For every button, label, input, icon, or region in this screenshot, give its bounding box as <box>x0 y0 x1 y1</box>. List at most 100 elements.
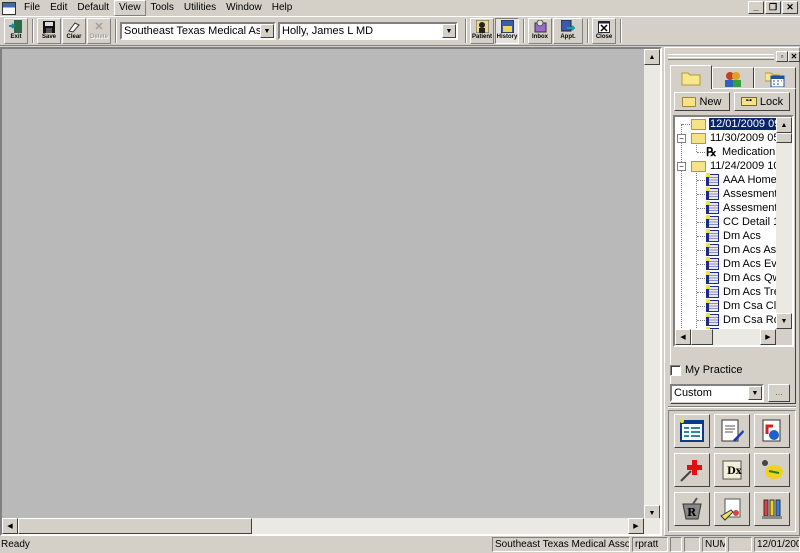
tab-calendar[interactable] <box>754 67 796 89</box>
scroll-right-button[interactable]: ▶ <box>760 329 776 345</box>
tree-connector <box>697 292 705 293</box>
collapse-toggle[interactable]: − <box>677 162 686 171</box>
new-button[interactable]: New <box>674 92 730 111</box>
form-list-button[interactable] <box>674 414 710 448</box>
scroll-down-button[interactable]: ▼ <box>776 313 792 329</box>
scroll-up-button[interactable]: ▲ <box>644 49 660 65</box>
horizontal-scroll-thumb[interactable] <box>18 518 252 534</box>
tree-hscroll-thumb[interactable] <box>691 329 713 345</box>
collapse-toggle[interactable]: − <box>677 134 686 143</box>
toolbar-separator <box>465 19 467 43</box>
workspace-horizontal-scrollbar[interactable]: ◀ ▶ <box>2 518 660 534</box>
tree-scroll-thumb[interactable] <box>776 133 792 143</box>
tree-connector <box>682 124 690 125</box>
provider-combo[interactable]: Holly, James L MD ▼ <box>278 22 458 40</box>
toolbar-separator <box>523 19 525 43</box>
inbox-button[interactable]: Inbox <box>528 18 552 44</box>
allergy-icon <box>762 460 783 479</box>
scroll-track[interactable] <box>644 65 660 505</box>
order-entry-button[interactable] <box>714 492 750 526</box>
pane-tabs <box>670 65 796 89</box>
tree-node[interactable]: Dm Acs Treat <box>706 285 780 299</box>
tree-node[interactable]: Dm Csa Clas <box>706 299 780 313</box>
menu-view[interactable]: View <box>114 0 146 16</box>
appointment-button[interactable]: Appt. <box>553 18 583 44</box>
tree-node[interactable]: Dm Csa Ros <box>706 313 780 327</box>
practice-combo[interactable]: Southeast Texas Medical Associ ▼ <box>120 22 276 40</box>
tree-node[interactable]: AAA Home <box>706 173 778 187</box>
chevron-down-icon[interactable]: ▼ <box>442 24 456 38</box>
minimize-button[interactable]: _ <box>748 1 764 14</box>
tree-node-label: 12/01/2009 09:37 <box>708 117 780 131</box>
my-practice-checkbox[interactable] <box>670 364 681 376</box>
workspace-vertical-scrollbar[interactable]: ▲ ▼ <box>644 49 660 521</box>
scroll-corner <box>776 329 792 345</box>
filter-options-button[interactable]: ... <box>768 384 790 402</box>
menu-edit[interactable]: Edit <box>45 1 72 15</box>
menu-default[interactable]: Default <box>72 1 114 15</box>
restore-button[interactable]: ❐ <box>765 1 781 14</box>
scroll-right-button[interactable]: ▶ <box>628 518 644 534</box>
lock-button[interactable]: ⊶ Lock <box>734 92 790 111</box>
tree-node[interactable]: CC Detail 1 <box>706 215 780 229</box>
close-button[interactable]: ✕ <box>782 1 798 14</box>
pane-close-button[interactable]: ✕ <box>788 51 800 62</box>
toolbar-separator <box>620 19 622 43</box>
history-button[interactable]: History <box>495 18 519 44</box>
allergy-button[interactable] <box>754 453 790 487</box>
save-button[interactable]: Save <box>37 18 61 44</box>
minimize-icon: _ <box>753 2 759 12</box>
tree-horizontal-scrollbar[interactable]: ◀ ▶ <box>675 329 792 345</box>
chevron-down-icon[interactable]: ▼ <box>260 24 274 38</box>
history-tree[interactable]: 12/01/2009 09:37 − 11/30/2009 05:33 ℞ Me… <box>673 115 794 347</box>
tree-connector <box>697 306 705 307</box>
arrow-left-icon: ◀ <box>7 523 13 530</box>
tab-people[interactable] <box>712 67 754 89</box>
scroll-left-button[interactable]: ◀ <box>2 518 18 534</box>
tree-node[interactable]: Dm Acs Qwm <box>706 271 780 285</box>
tree-node-label: Dm Acs Asse <box>723 244 780 256</box>
svg-text:R: R <box>687 506 697 519</box>
tree-vertical-scrollbar[interactable]: ▲ ▼ <box>776 117 792 329</box>
calendar-icon <box>765 72 785 87</box>
menu-window[interactable]: Window <box>221 1 267 15</box>
menu-file[interactable]: File <box>19 1 45 15</box>
pane-grip[interactable] <box>668 57 774 60</box>
exit-button[interactable]: Exit <box>4 18 28 44</box>
diagnosis-button[interactable]: Dx <box>714 453 750 487</box>
chevron-down-icon[interactable]: ▼ <box>748 386 762 400</box>
tree-node[interactable]: Dm Acs Eval <box>706 257 780 271</box>
patient-button[interactable]: Patient <box>470 18 494 44</box>
scroll-left-button[interactable]: ◀ <box>675 329 691 345</box>
lab-tubes-button[interactable] <box>754 492 790 526</box>
my-practice-checkbox-row[interactable]: My Practice <box>670 364 742 376</box>
prescription-button[interactable]: R <box>674 492 710 526</box>
app-icon[interactable] <box>2 1 16 15</box>
tree-node[interactable]: Dm Acs Asse <box>706 243 780 257</box>
tree-node[interactable]: 11/24/2009 10:00 <box>691 159 780 173</box>
scroll-up-button[interactable]: ▲ <box>776 117 792 133</box>
filter-combo[interactable]: Custom ▼ <box>670 384 764 402</box>
tree-node[interactable]: ℞ Medication <box>706 145 776 159</box>
menu-tools[interactable]: Tools <box>146 1 179 15</box>
exit-door-icon <box>9 20 23 33</box>
close-window-button[interactable]: Close <box>592 18 616 44</box>
tab-folders[interactable] <box>670 65 712 89</box>
menu-utilities[interactable]: Utilities <box>179 1 221 15</box>
tree-node[interactable]: Dm Acs <box>706 229 762 243</box>
toolbar-separator <box>115 19 117 43</box>
tree-node[interactable]: Assesment C <box>706 187 780 201</box>
pane-restore-button[interactable]: ▫ <box>776 51 788 62</box>
delete-button[interactable]: ✕ Delete <box>87 18 111 44</box>
practice-combo-value: Southeast Texas Medical Associ <box>124 25 260 37</box>
svg-text:Dx: Dx <box>727 466 743 477</box>
injection-button[interactable] <box>674 453 710 487</box>
clear-button[interactable]: Clear <box>62 18 86 44</box>
menu-help[interactable]: Help <box>267 1 298 15</box>
chart-report-button[interactable] <box>754 414 790 448</box>
document-edit-button[interactable] <box>714 414 750 448</box>
inbox-icon <box>533 20 547 33</box>
tree-node[interactable]: 11/30/2009 05:33 <box>691 131 780 145</box>
tree-node[interactable]: Assesment C <box>706 201 780 215</box>
tree-node[interactable]: 12/01/2009 09:37 <box>691 117 780 131</box>
